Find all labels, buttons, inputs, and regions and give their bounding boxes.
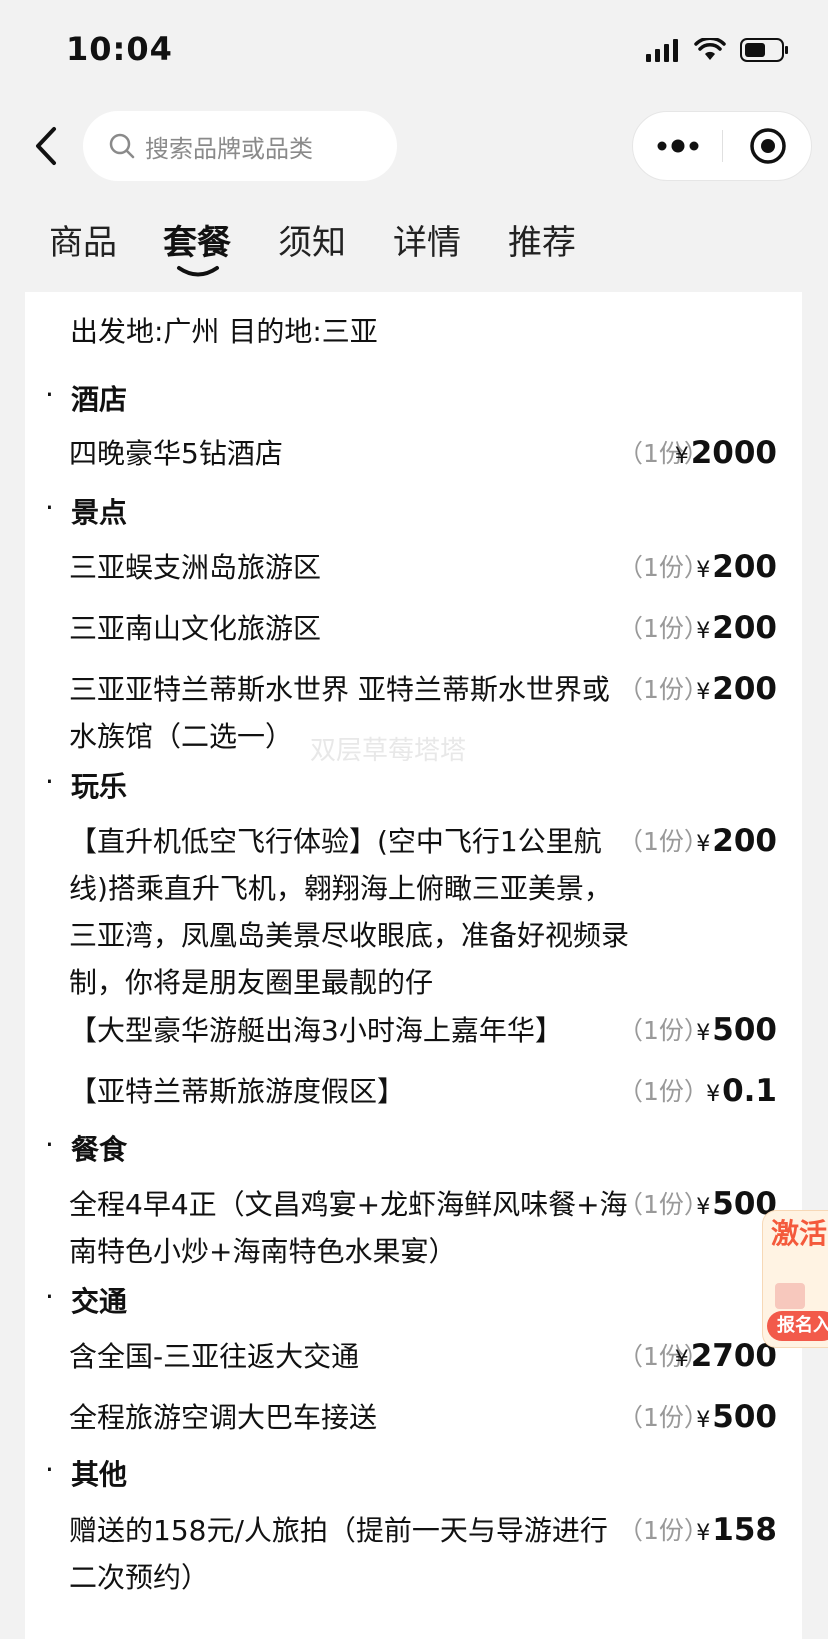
yen-symbol: ¥ [696,1021,711,1046]
close-miniprogram-button[interactable] [723,112,813,180]
price-value: 2000 [690,435,777,471]
more-button[interactable] [633,112,723,180]
package-card: 出发地:广州 目的地:三亚 · 酒店 四晚豪华5钻酒店 （1份） ¥2000 ·… [25,292,802,1639]
price-value: 500 [712,1399,777,1435]
section-title: 玩乐 [71,770,128,803]
item-name: 三亚南山文化旅游区 [69,612,322,645]
price-value: 200 [712,549,777,585]
price-value: 500 [712,1012,777,1048]
item-name: 【亚特兰蒂斯旅游度假区】 [69,1075,406,1108]
bullet: · [45,1128,54,1161]
bullet: · [45,765,54,798]
status-icons [646,38,790,62]
item-price: ¥200 [696,544,777,594]
yen-symbol: ¥ [696,1521,711,1546]
item-name: 含全国-三亚往返大交通 [69,1340,360,1373]
item-quantity: （1份） [618,675,709,704]
search-placeholder: 搜索品牌或品类 [145,134,313,163]
item-price: ¥2700 [675,1333,777,1383]
section-title: 酒店 [71,383,128,416]
back-arrow-icon [36,127,56,165]
item-quantity: （1份） [618,553,709,582]
price-value: 0.1 [722,1073,777,1109]
status-time: 10:04 [66,30,173,68]
section-title: 景点 [71,496,128,529]
yen-symbol: ¥ [696,619,711,644]
wifi-icon [694,38,726,60]
yen-symbol: ¥ [696,1195,711,1220]
bullet: · [45,1453,54,1486]
search-input[interactable]: 搜索品牌或品类 [83,111,397,181]
item-quantity: （1份） [618,1077,709,1106]
item-name: 全程旅游空调大巴车接送 [69,1401,378,1434]
item-price: ¥2000 [675,430,777,480]
item-quantity: （1份） [618,827,709,856]
bullet: · [45,1280,54,1313]
watermark: 双层草莓塔塔 [310,736,467,766]
more-dots-icon [657,139,699,153]
nav-bar: 搜索品牌或品类 [0,108,828,188]
yen-symbol: ¥ [674,444,689,469]
price-value: 158 [712,1512,777,1548]
yen-symbol: ¥ [674,1347,689,1372]
bullet: · [45,491,54,524]
item-price: ¥500 [696,1007,777,1057]
item-quantity: （1份） [618,614,709,643]
item-price: ¥500 [696,1394,777,1444]
section-title: 餐食 [71,1133,128,1166]
price-value: 200 [712,671,777,707]
tab-products[interactable]: 商品 [49,215,117,264]
back-button[interactable] [20,120,72,172]
yen-symbol: ¥ [696,1408,711,1433]
item-name: 三亚蜈支洲岛旅游区 [69,551,322,584]
search-icon [109,133,135,159]
section-title: 交通 [71,1285,128,1318]
price-value: 200 [712,610,777,646]
item-name: 全程4早4正（文昌鸡宴+龙虾海鲜风味餐+海南特色小炒+海南特色水果宴） [69,1188,628,1268]
tab-notice[interactable]: 须知 [278,215,346,264]
target-close-icon [750,128,786,164]
item-price: ¥200 [696,818,777,868]
item-name: 【直升机低空飞行体验】(空中飞行1公里航线)搭乘直升飞机，翱翔海上俯瞰三亚美景，… [69,825,630,999]
item-price: ¥200 [696,666,777,716]
tab-active-indicator [177,266,219,277]
item-price: ¥200 [696,605,777,655]
yen-symbol: ¥ [696,680,711,705]
item-quantity: （1份） [618,1403,709,1432]
bullet: · [45,378,54,411]
tab-package[interactable]: 套餐 [163,215,231,264]
badge-signup-button[interactable]: 报名入 [767,1311,828,1341]
tab-details[interactable]: 详情 [393,215,461,264]
item-quantity: （1份） [618,1016,709,1045]
yen-symbol: ¥ [696,832,711,857]
item-quantity: （1份） [618,1190,709,1219]
item-quantity: （1份） [618,1516,709,1545]
signal-icon [646,39,678,62]
section-title: 其他 [71,1458,128,1491]
item-price: ¥0.1 [706,1068,777,1118]
activity-float-badge[interactable]: 激活 报名入 [762,1210,828,1348]
item-name: 【大型豪华游艇出海3小时海上嘉年华】 [69,1014,563,1047]
battery-icon [740,38,788,62]
tab-recommend[interactable]: 推荐 [508,215,576,264]
tab-bar: 商品 套餐 须知 详情 推荐 [0,215,828,285]
badge-title: 激活 [771,1217,828,1250]
miniprogram-capsule [632,111,812,181]
yen-symbol: ¥ [696,558,711,583]
yen-symbol: ¥ [706,1082,721,1107]
item-price: ¥158 [696,1507,777,1557]
item-name: 赠送的158元/人旅拍（提前一天与导游进行二次预约） [69,1514,608,1594]
price-value: 2700 [690,1338,777,1374]
price-value: 200 [712,823,777,859]
item-name: 四晚豪华5钻酒店 [69,437,283,470]
origin-destination: 出发地:广州 目的地:三亚 [70,315,378,348]
status-bar: 10:04 [0,0,828,100]
badge-illustration [775,1283,805,1309]
